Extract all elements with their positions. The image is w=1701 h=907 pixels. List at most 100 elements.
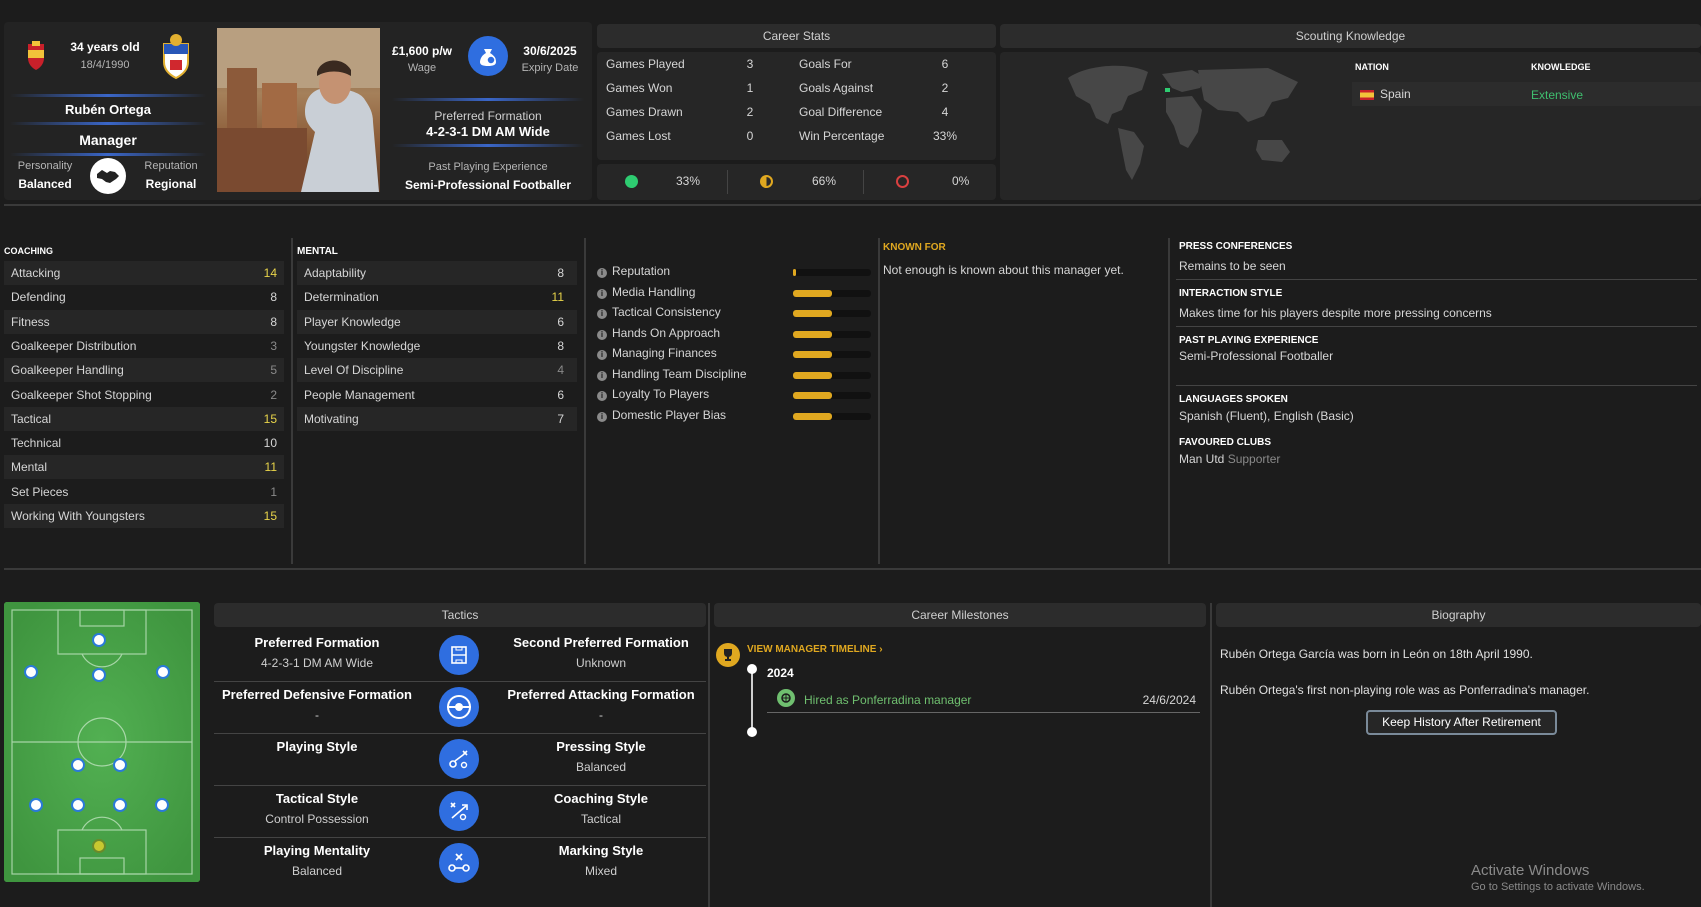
win-dot-icon [625,175,638,188]
keep-history-button[interactable]: Keep History After Retirement [1366,710,1557,735]
view-timeline-link[interactable]: VIEW MANAGER TIMELINE › [747,644,883,655]
favoured-club-name[interactable]: Man Utd [1179,452,1224,466]
coaching-attribute[interactable]: Set Pieces 1 [4,480,284,504]
trait-info-icon[interactable]: i [597,391,607,401]
attribute-value: 6 [557,314,564,329]
biography-line-1: Rubén Ortega García was born in León on … [1220,647,1533,661]
formation-pitch[interactable] [4,602,200,882]
player-dot[interactable] [71,798,85,812]
mental-attribute[interactable]: People Management 6 [297,383,577,407]
view-timeline-label[interactable]: VIEW MANAGER TIMELINE [747,644,876,655]
player-dot[interactable] [156,665,170,679]
column-divider [1168,238,1170,564]
wage-value: £1,600 p/w [391,44,453,58]
coaching-header: COACHING [4,246,53,256]
coaching-attribute[interactable]: Goalkeeper Shot Stopping 2 [4,383,284,407]
tactic-title: Playing Style [276,739,358,754]
trait-info-icon[interactable]: i [597,268,607,278]
mental-attribute[interactable]: Level Of Discipline 4 [297,358,577,383]
attribute-value: 4 [557,363,564,378]
trait-bar [793,351,871,358]
coaching-attribute[interactable]: Working With Youngsters 15 [4,504,284,528]
trait-bar [793,392,871,399]
coaching-attribute[interactable]: Mental 11 [4,455,284,480]
tactic-value: Balanced [291,864,343,878]
trait-bar [793,412,871,420]
attribute-value: 15 [263,411,277,426]
attribute-label: Attacking [11,266,61,280]
mental-attribute[interactable]: Motivating 7 [297,406,577,431]
club-crest-icon[interactable] [160,32,192,80]
spain-flag-icon [1360,90,1374,100]
divider [214,681,706,682]
tactic-title: Pressing Style [556,739,646,754]
player-dot[interactable] [92,633,106,647]
coaching-attribute[interactable]: Tactical 15 [4,406,284,431]
known-for-header: KNOWN FOR [883,242,946,253]
attribute-value: 7 [557,411,564,426]
mental-attribute[interactable]: Determination 11 [297,285,577,309]
milestones-header: Career Milestones [714,603,1206,627]
attribute-value: 2 [270,387,277,402]
trait-label: Domestic Player Bias [612,407,727,422]
section-divider [4,568,1701,570]
attribute-value: 8 [557,338,564,353]
player-dot[interactable] [155,798,169,812]
trait-info-icon[interactable]: i [597,309,607,319]
trait-bar [793,310,871,317]
mental-attribute[interactable]: Youngster Knowledge 8 [297,334,577,358]
column-divider [708,603,710,907]
personality-value: Balanced [18,177,72,191]
player-dot[interactable] [113,758,127,772]
coaching-attribute[interactable]: Goalkeeper Distribution 3 [4,334,284,358]
stat-value: 0 [746,129,754,143]
mental-attribute[interactable]: Adaptability 8 [297,261,577,285]
coaching-attribute[interactable]: Fitness 8 [4,309,284,334]
attribute-value: 5 [270,363,277,378]
player-dot[interactable] [29,798,43,812]
preferred-formation-value: 4-2-3-1 DM AM Wide [426,124,550,139]
tactic-right-cell: Coaching Style Tactical [466,791,736,826]
attribute-label: Goalkeeper Distribution [11,338,137,353]
press-conferences-title: PRESS CONFERENCES [1179,241,1293,252]
attribute-label: Tactical [11,411,52,426]
known-for-text: Not enough is known about this manager y… [883,263,1124,277]
manager-name: Rubén Ortega [65,102,151,117]
mental-attribute[interactable]: Player Knowledge 6 [297,309,577,334]
reputation-label: Reputation [144,160,198,172]
milestone-event[interactable]: Hired as Ponferradina manager [804,693,971,707]
coaching-attribute[interactable]: Goalkeeper Handling 5 [4,358,284,383]
tactic-title: Preferred Formation [254,635,380,650]
trait-bar [793,269,871,276]
trait-info-icon[interactable]: i [597,411,607,422]
player-dot[interactable] [113,798,127,812]
coaching-attribute[interactable]: Technical 10 [4,431,284,455]
attribute-label: Motivating [304,411,359,426]
trait-info-icon[interactable]: i [597,329,607,340]
player-dot[interactable] [92,668,106,682]
trait-info-icon[interactable]: i [597,288,607,299]
manager-role: Manager [79,132,137,148]
activate-windows-title: Activate Windows [1471,862,1590,879]
tactic-right-cell: Marking Style Mixed [466,843,736,878]
goalkeeper-dot[interactable] [92,839,106,853]
past-experience-value: Semi-Professional Footballer [1179,349,1334,363]
press-conferences-value: Remains to be seen [1179,259,1286,273]
coaching-attribute[interactable]: Defending 8 [4,285,284,309]
player-dot[interactable] [24,665,38,679]
nation-crest-icon[interactable] [24,40,48,72]
trait-info-icon[interactable]: i [597,350,607,360]
section-divider [4,204,1701,206]
tactic-title: Coaching Style [554,791,648,806]
activate-windows-subtitle: Go to Settings to activate Windows. [1471,881,1645,893]
stat-label: Win Percentage [799,129,885,143]
coaching-attribute[interactable]: Attacking 14 [4,261,284,285]
tactics-header: Tactics [214,603,706,627]
hired-icon [777,689,795,707]
favoured-club[interactable]: Man Utd Supporter [1179,452,1280,466]
tactic-value: - [599,708,603,722]
player-dot[interactable] [71,758,85,772]
wage-label: Wage [407,62,437,74]
win-percent: 33% [676,174,701,188]
trait-info-icon[interactable]: i [597,370,607,381]
